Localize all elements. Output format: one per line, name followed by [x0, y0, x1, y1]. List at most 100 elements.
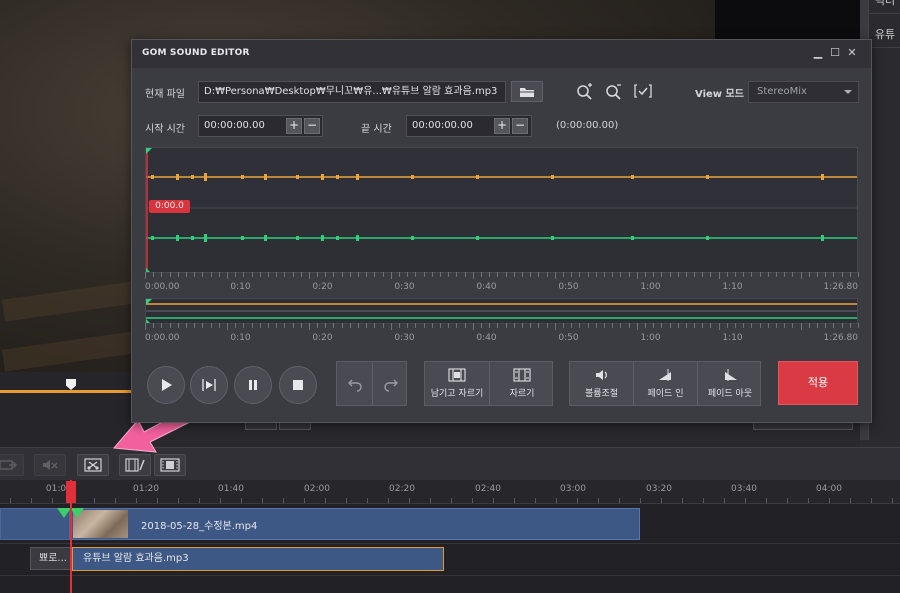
ruler-tick	[94, 498, 95, 503]
axis-tick	[849, 272, 851, 277]
axis-tick	[726, 272, 728, 277]
axis-tick	[554, 272, 556, 279]
view-mode-select[interactable]: StereoMix	[748, 81, 859, 103]
waveform-blip	[411, 175, 414, 179]
audio-effects-group: 볼륨조절 페이드 인 페이드 아웃	[569, 361, 761, 406]
waveform-blip	[551, 236, 554, 240]
fade-out-button[interactable]: 페이드 아웃	[698, 362, 762, 405]
waveform-overview[interactable]	[145, 298, 858, 324]
axis-tick	[792, 272, 794, 277]
axis-tick	[276, 323, 278, 328]
axis-label: 0:50	[558, 282, 579, 292]
axis-tick	[415, 323, 417, 328]
axis-tick	[858, 323, 859, 328]
right-panel-tab-youtube[interactable]: 유튜	[869, 22, 900, 48]
play-button[interactable]	[147, 366, 185, 404]
axis-tick	[226, 323, 228, 330]
ruler-tick	[325, 498, 326, 503]
axis-tick	[235, 323, 237, 328]
mute-icon[interactable]	[34, 454, 66, 476]
axis-tick	[743, 323, 745, 328]
zoom-in-icon[interactable]	[574, 81, 594, 101]
duration-text: (0:00:00.00)	[556, 120, 619, 131]
stop-button[interactable]	[279, 366, 317, 404]
start-time-minus-button[interactable]: −	[304, 118, 320, 134]
axis-tick	[464, 272, 466, 277]
zoom-out-icon[interactable]	[603, 81, 623, 101]
axis-tick	[628, 323, 630, 328]
ruler-tick	[241, 498, 242, 503]
playhead[interactable]	[70, 480, 72, 593]
timeline-ruler[interactable]: 01:0 01:20 01:40 02:00 02:20 02:40 03:00…	[0, 480, 900, 504]
open-folder-button[interactable]	[511, 81, 543, 102]
end-time-minus-button[interactable]: −	[512, 118, 528, 134]
export-icon[interactable]	[0, 454, 24, 476]
axis-tick	[431, 323, 433, 328]
axis-tick	[784, 323, 786, 328]
dialog-titlebar[interactable]: GOM SOUND EDITOR ▁ ☐ ✕	[132, 40, 871, 68]
ruler-label: 01:40	[218, 484, 244, 494]
axis-tick	[612, 272, 614, 277]
fade-in-button[interactable]: 페이드 인	[634, 362, 697, 405]
axis-tick	[587, 323, 589, 328]
axis-tick	[210, 272, 212, 277]
minimize-icon[interactable]: ▁	[811, 46, 825, 60]
fit-view-icon[interactable]	[633, 81, 653, 101]
cut-button[interactable]: 자르기	[490, 362, 554, 405]
axis-tick	[538, 272, 540, 277]
video-clip[interactable]: 2018-05-28_수정본.mp4	[70, 508, 640, 540]
audio-clip-previous[interactable]: 뾰로...	[30, 547, 72, 570]
file-path-field[interactable]: D:₩Persona₩Desktop₩무니꼬₩유...₩유튜브 알람 효과음.m…	[198, 81, 506, 103]
close-icon[interactable]: ✕	[845, 46, 859, 60]
waveform-blip	[336, 175, 339, 179]
start-time-label: 시작 시간	[145, 124, 185, 135]
axis-tick	[423, 323, 425, 328]
axis-tick	[390, 323, 392, 330]
axis-tick	[759, 323, 761, 328]
undo-icon[interactable]	[345, 374, 365, 394]
waveform-blip	[151, 175, 154, 179]
axis-tick	[546, 272, 548, 277]
axis-tick	[833, 272, 835, 277]
axis-tick	[218, 323, 220, 328]
audio-edit-scissors-icon[interactable]	[77, 454, 109, 476]
keep-and-cut-button[interactable]: 남기고 자르기	[425, 362, 489, 405]
view-mode-label: View 모드	[695, 89, 744, 100]
right-panel-tab-filter[interactable]: 픽터	[869, 0, 900, 14]
start-time-plus-button[interactable]: +	[286, 118, 302, 134]
axis-tick	[718, 272, 720, 279]
split-clip-icon[interactable]	[119, 454, 151, 476]
view-mode-value: StereoMix	[757, 86, 807, 97]
axis-tick	[743, 272, 745, 277]
volume-button[interactable]: 볼륨조절	[570, 362, 633, 405]
audio-clip[interactable]: 유튜브 알람 효과음.mp3	[72, 547, 444, 571]
seek-bar[interactable]	[0, 390, 135, 393]
axis-tick	[562, 323, 564, 328]
waveform-blip	[176, 235, 179, 241]
pause-button[interactable]	[234, 366, 272, 404]
axis-label: 1:10	[722, 333, 743, 343]
ruler-tick	[556, 498, 557, 503]
waveform-blip	[176, 174, 179, 180]
axis-tick	[710, 272, 712, 277]
film-clip-icon[interactable]	[154, 454, 186, 476]
ruler-tick	[262, 498, 263, 503]
play-selection-button[interactable]	[190, 366, 228, 404]
waveform-main[interactable]	[145, 147, 858, 273]
ruler-tick	[871, 498, 872, 503]
axis-tick	[481, 272, 482, 277]
ruler-tick	[388, 498, 389, 503]
apply-button[interactable]: 적용	[778, 361, 858, 405]
axis-tick	[702, 323, 704, 328]
axis-tick	[161, 323, 163, 328]
ruler-tick	[283, 498, 284, 503]
stop-icon	[293, 380, 303, 390]
maximize-icon[interactable]: ☐	[828, 46, 842, 60]
end-time-plus-button[interactable]: +	[494, 118, 510, 134]
ruler-label: 02:00	[304, 484, 330, 494]
overview-axis: 0:00.00 0:10 0:20 0:30 0:40 0:50 1:00 1:…	[145, 323, 859, 343]
axis-tick	[358, 272, 360, 277]
axis-tick	[669, 323, 671, 328]
redo-icon[interactable]	[381, 374, 401, 394]
axis-tick	[194, 323, 196, 328]
